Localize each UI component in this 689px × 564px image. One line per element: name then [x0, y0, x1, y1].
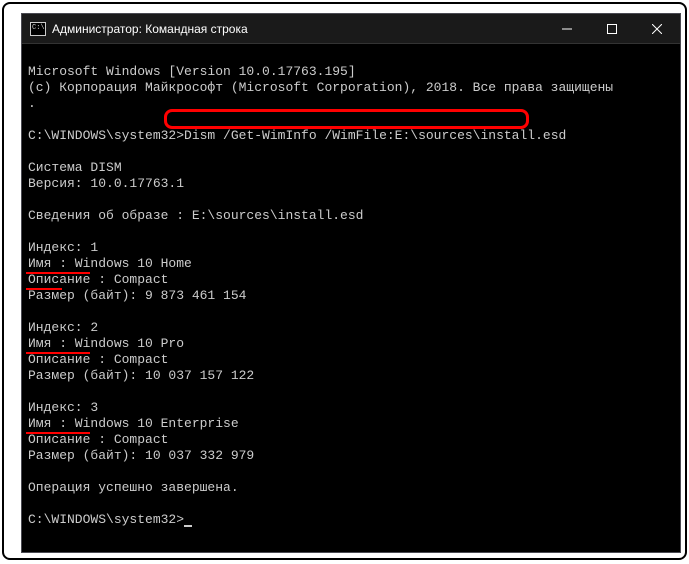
index-header: Индекс: 3 — [28, 400, 98, 415]
console-line: Cистема DISM — [28, 160, 122, 175]
index-header: Индекс: 1 — [28, 240, 98, 255]
console-line: Размер (байт): 9 873 461 154 — [28, 288, 246, 303]
console-output[interactable]: Microsoft Windows [Version 10.0.17763.19… — [22, 44, 680, 552]
console-line: Описание : Compact — [28, 432, 168, 447]
console-line: . — [28, 96, 36, 111]
titlebar[interactable]: Администратор: Командная строка — [22, 14, 680, 44]
index-header: Индекс: 2 — [28, 320, 98, 335]
cmd-window: Администратор: Командная строка Microsof… — [22, 14, 680, 552]
console-line: Операция успешно завершена. — [28, 480, 239, 495]
minimize-button[interactable] — [544, 14, 589, 43]
console-line: Описание : Compact — [28, 352, 168, 367]
console-line: Имя : Windows 10 Home — [28, 256, 192, 271]
close-button[interactable] — [634, 14, 680, 43]
prompt-path: C:\WINDOWS\system32> — [28, 512, 184, 527]
console-line: Размер (байт): 10 037 157 122 — [28, 368, 254, 383]
command-highlight-box — [164, 109, 529, 129]
console-line: Версия: 10.0.17763.1 — [28, 176, 184, 191]
maximize-button[interactable] — [589, 14, 634, 43]
console-line: (c) Корпорация Майкрософт (Microsoft Cor… — [28, 80, 613, 95]
cursor — [184, 525, 192, 527]
screenshot-frame: Администратор: Командная строка Microsof… — [2, 2, 687, 560]
prompt-command: Dism /Get-WimInfo /WimFile:E:\sources\in… — [184, 128, 566, 143]
prompt-path: C:\WINDOWS\system32> — [28, 128, 184, 143]
cmd-icon — [30, 22, 46, 36]
console-line: Размер (байт): 10 037 332 979 — [28, 448, 254, 463]
window-controls — [544, 14, 680, 43]
window-title: Администратор: Командная строка — [52, 22, 544, 36]
console-line: Имя : Windows 10 Pro — [28, 336, 184, 351]
console-line: Сведения об образе : E:\sources\install.… — [28, 208, 363, 223]
console-line: Описание : Compact — [28, 272, 168, 287]
console-line: Имя : Windows 10 Enterprise — [28, 416, 239, 431]
console-line: Microsoft Windows [Version 10.0.17763.19… — [28, 64, 356, 79]
